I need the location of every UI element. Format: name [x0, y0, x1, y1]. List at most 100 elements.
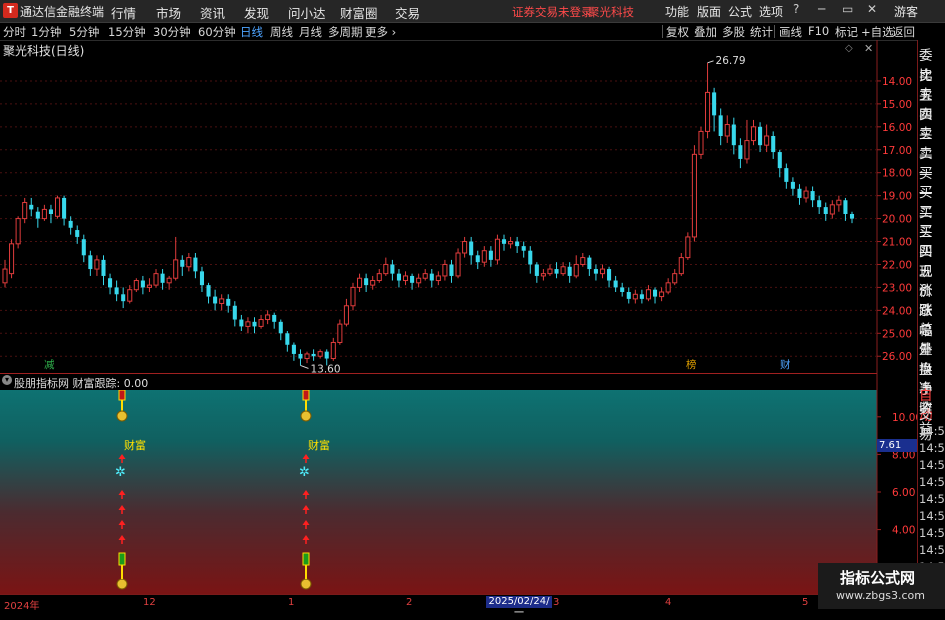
period-more[interactable]: 更多 ›	[365, 24, 396, 40]
high-pointer	[707, 60, 714, 64]
event-marker[interactable]: 榜	[686, 358, 697, 371]
user-label[interactable]: 游客	[894, 3, 918, 20]
candle	[146, 278, 152, 292]
period-fenshi[interactable]: 分时	[3, 24, 26, 40]
indicator-y-tick-label: 10.00	[892, 412, 917, 424]
candle	[285, 331, 290, 352]
tick-time: 14:56	[919, 441, 945, 455]
y-tick-label: 24.00	[882, 305, 912, 317]
candle	[797, 184, 802, 205]
wealth-signal	[300, 390, 312, 590]
candle	[620, 282, 625, 297]
candle	[133, 278, 139, 292]
high-price-label: 26.79	[716, 55, 746, 67]
candle	[258, 314, 264, 329]
indicator-value-box: 7.61	[877, 439, 919, 452]
period-weekly[interactable]: 周线	[270, 24, 293, 40]
menu-wenxiaoda[interactable]: 问小达	[288, 3, 326, 22]
event-marker[interactable]: 减	[44, 359, 55, 371]
candle	[829, 200, 835, 219]
mark-button[interactable]: 标记	[835, 24, 858, 40]
menu-shichang[interactable]: 市场	[156, 3, 181, 22]
menu-hangqing[interactable]: 行情	[111, 3, 136, 22]
restore-icon[interactable]: ▭	[842, 2, 853, 16]
period-daily[interactable]: 日线	[240, 24, 263, 40]
candle	[580, 253, 586, 267]
overlay-button[interactable]: 叠加	[694, 24, 717, 40]
candle	[337, 319, 343, 345]
candle	[304, 351, 310, 364]
period-15min[interactable]: 15分钟	[108, 24, 146, 40]
stock-link[interactable]: 聚光科技	[588, 4, 634, 20]
candle	[691, 145, 697, 242]
candle	[528, 246, 533, 274]
candle	[252, 317, 257, 334]
candle	[357, 273, 363, 292]
tick-time: 14:56	[919, 526, 945, 540]
date-label: 4	[665, 597, 672, 608]
menu-banmian[interactable]: 版面	[697, 3, 721, 20]
multi-stock-button[interactable]: 多股	[722, 24, 745, 40]
candle	[311, 349, 316, 361]
candle	[422, 269, 428, 281]
back-button[interactable]: 返回	[892, 24, 915, 40]
period-monthly[interactable]: 月线	[299, 24, 322, 40]
y-tick-label: 23.00	[882, 282, 912, 294]
candle	[607, 266, 612, 288]
candle	[416, 273, 422, 288]
menu-gongneng[interactable]: 功能	[665, 3, 689, 20]
diamond-icon[interactable]: ◇	[845, 43, 853, 54]
menu-caifuquan[interactable]: 财富圈	[340, 3, 378, 22]
period-60min[interactable]: 60分钟	[198, 24, 236, 40]
period-5min[interactable]: 5分钟	[69, 24, 99, 40]
candle	[180, 255, 185, 276]
candle	[173, 236, 179, 281]
period-1min[interactable]: 1分钟	[31, 24, 61, 40]
f10-button[interactable]: F10	[808, 24, 829, 38]
candle	[494, 234, 500, 265]
date-label: 2024年	[4, 601, 40, 612]
period-30min[interactable]: 30分钟	[153, 24, 191, 40]
fuquan-button[interactable]: 复权	[666, 24, 689, 40]
candle	[678, 253, 684, 276]
candle	[291, 342, 296, 361]
minimize-icon[interactable]: ─	[818, 2, 825, 16]
login-notice[interactable]: 证券交易未登录	[512, 4, 593, 20]
add-watchlist-button[interactable]: +自选	[861, 24, 894, 40]
tick-time: 14:56	[919, 509, 945, 523]
candle	[593, 264, 598, 281]
y-tick-label: 19.00	[882, 191, 912, 203]
menu-xuanxiang[interactable]: 选项	[759, 3, 783, 20]
event-marker[interactable]: 财	[780, 358, 791, 371]
indicator-title: 股朋指标网 财富跟踪: 0.00	[14, 377, 149, 390]
candle	[823, 202, 828, 221]
butterfly-icon: ✲	[115, 465, 126, 480]
candle	[665, 278, 671, 295]
menu-zixun[interactable]: 资讯	[200, 3, 225, 22]
candle	[567, 262, 572, 283]
toolbar-separator	[774, 25, 775, 38]
candle	[501, 234, 507, 251]
candle	[140, 275, 145, 295]
menu-faxian[interactable]: 发现	[244, 3, 269, 22]
tick-time: 14:56	[919, 475, 945, 489]
candle	[317, 349, 323, 359]
toolbar-separator	[662, 25, 663, 38]
candle	[232, 301, 237, 327]
draw-button[interactable]: 画线	[779, 24, 802, 40]
stats-button[interactable]: 统计	[750, 24, 773, 40]
candle	[101, 255, 106, 286]
help-icon[interactable]: ?	[793, 2, 799, 16]
candle	[22, 197, 28, 224]
indicator-toggle-icon[interactable]: ▾	[2, 375, 12, 385]
candle	[265, 310, 271, 325]
tick-time: 14:56	[919, 492, 945, 506]
y-tick-label: 26.00	[882, 351, 912, 363]
menu-gongshi[interactable]: 公式	[728, 3, 752, 20]
close-panel-icon[interactable]: ✕	[864, 42, 873, 55]
close-icon[interactable]: ✕	[867, 2, 877, 16]
candle	[705, 62, 711, 139]
low-pointer	[300, 364, 309, 369]
period-multi[interactable]: 多周期	[328, 24, 363, 40]
menu-jiaoyi[interactable]: 交易	[395, 3, 420, 22]
